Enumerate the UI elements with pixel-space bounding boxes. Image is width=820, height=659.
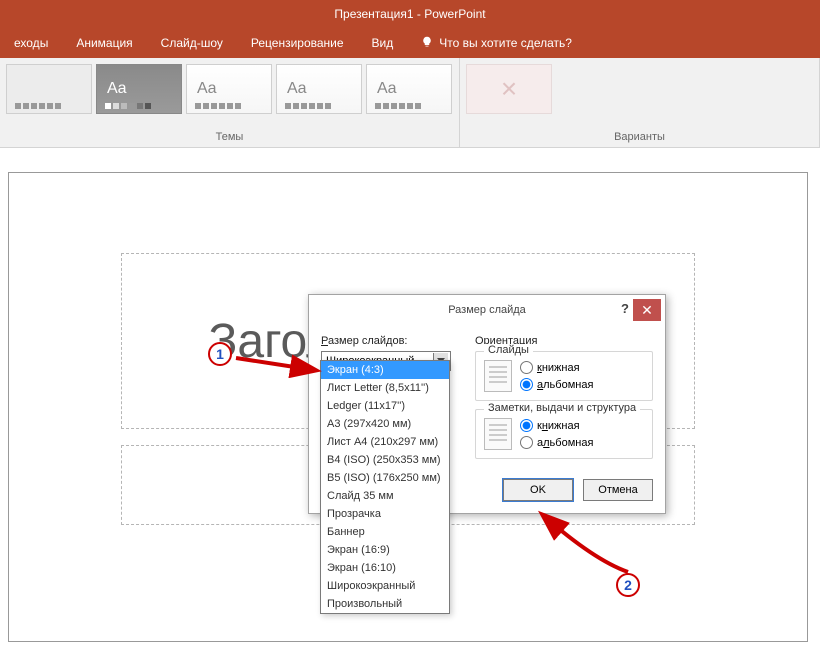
group-label-variants: Варианты: [460, 129, 819, 147]
radio-input[interactable]: [520, 378, 533, 391]
ribbon-group-variants: × Варианты: [460, 58, 820, 147]
dialog-titlebar[interactable]: Размер слайда ? ✕: [309, 295, 665, 325]
radio-slides-portrait[interactable]: книжная: [520, 361, 593, 374]
dropdown-option[interactable]: Баннер: [321, 523, 449, 541]
radio-input[interactable]: [520, 361, 533, 374]
dialog-right-column: Ориентация Слайды книжная альбомная: [475, 335, 653, 467]
slides-legend: Слайды: [484, 344, 533, 356]
help-button[interactable]: ?: [621, 301, 629, 316]
tell-me-search[interactable]: Что вы хотите сделать?: [407, 36, 572, 51]
dropdown-option[interactable]: Слайд 35 мм: [321, 487, 449, 505]
dropdown-option[interactable]: Лист Letter (8,5x11''): [321, 379, 449, 397]
app-title: Презентация1 - PowerPoint: [334, 7, 485, 21]
tab-transitions[interactable]: еходы: [0, 28, 62, 58]
ribbon-group-themes: Aa Aa Aa Aa Темы: [0, 58, 460, 147]
close-icon: ✕: [641, 302, 653, 319]
tab-review[interactable]: Рецензирование: [237, 28, 358, 58]
dropdown-option[interactable]: Лист A4 (210x297 мм): [321, 433, 449, 451]
theme-thumb[interactable]: Aa: [366, 64, 452, 114]
group-label-themes: Темы: [0, 129, 459, 147]
dropdown-option[interactable]: Экран (16:10): [321, 559, 449, 577]
page-icon: [484, 418, 512, 450]
dropdown-option[interactable]: B5 (ISO) (176x250 мм): [321, 469, 449, 487]
themes-gallery: Aa Aa Aa Aa: [0, 58, 459, 129]
dropdown-option[interactable]: Ledger (11x17''): [321, 397, 449, 415]
x-icon: ×: [501, 73, 517, 105]
dropdown-option[interactable]: Произвольный: [321, 595, 449, 613]
slide-size-dropdown[interactable]: Экран (4:3)Лист Letter (8,5x11'')Ledger …: [320, 360, 450, 614]
tab-view[interactable]: Вид: [358, 28, 408, 58]
ribbon-tabs: еходы Анимация Слайд-шоу Рецензирование …: [0, 28, 820, 58]
radio-slides-landscape[interactable]: альбомная: [520, 378, 593, 391]
dropdown-option[interactable]: Широкоэкранный: [321, 577, 449, 595]
theme-thumb[interactable]: [6, 64, 92, 114]
bulb-icon: [421, 36, 433, 51]
page-icon: [484, 360, 512, 392]
variants-gallery: ×: [460, 58, 819, 129]
tell-me-label: Что вы хотите сделать?: [439, 36, 572, 50]
theme-thumb[interactable]: Aa: [96, 64, 182, 114]
callout-2: 2: [616, 573, 640, 597]
dropdown-option[interactable]: A3 (297x420 мм): [321, 415, 449, 433]
dropdown-option[interactable]: Прозрачка: [321, 505, 449, 523]
cancel-button[interactable]: Отмена: [583, 479, 653, 501]
tab-slideshow[interactable]: Слайд-шоу: [147, 28, 237, 58]
titlebar: Презентация1 - PowerPoint: [0, 0, 820, 28]
fieldset-notes: Заметки, выдачи и структура книжная альб…: [475, 409, 653, 459]
notes-legend: Заметки, выдачи и структура: [484, 402, 640, 414]
ribbon: Aa Aa Aa Aa Темы × Варианты: [0, 58, 820, 148]
close-button[interactable]: ✕: [633, 299, 661, 321]
radio-input[interactable]: [520, 436, 533, 449]
theme-thumb[interactable]: Aa: [276, 64, 362, 114]
radio-notes-landscape[interactable]: альбомная: [520, 436, 593, 449]
radio-input[interactable]: [520, 419, 533, 432]
theme-thumb[interactable]: Aa: [186, 64, 272, 114]
fieldset-slides: Слайды книжная альбомная: [475, 351, 653, 401]
dropdown-option[interactable]: B4 (ISO) (250x353 мм): [321, 451, 449, 469]
radio-notes-portrait[interactable]: книжная: [520, 419, 593, 432]
size-label: Размер слайдов:: [321, 335, 461, 347]
dropdown-option[interactable]: Экран (16:9): [321, 541, 449, 559]
dialog-title-text: Размер слайда: [448, 304, 526, 316]
dropdown-option[interactable]: Экран (4:3): [321, 361, 449, 379]
tab-animation[interactable]: Анимация: [62, 28, 146, 58]
ok-button[interactable]: OK: [503, 479, 573, 501]
variant-thumb[interactable]: ×: [466, 64, 552, 114]
callout-1: 1: [208, 342, 232, 366]
